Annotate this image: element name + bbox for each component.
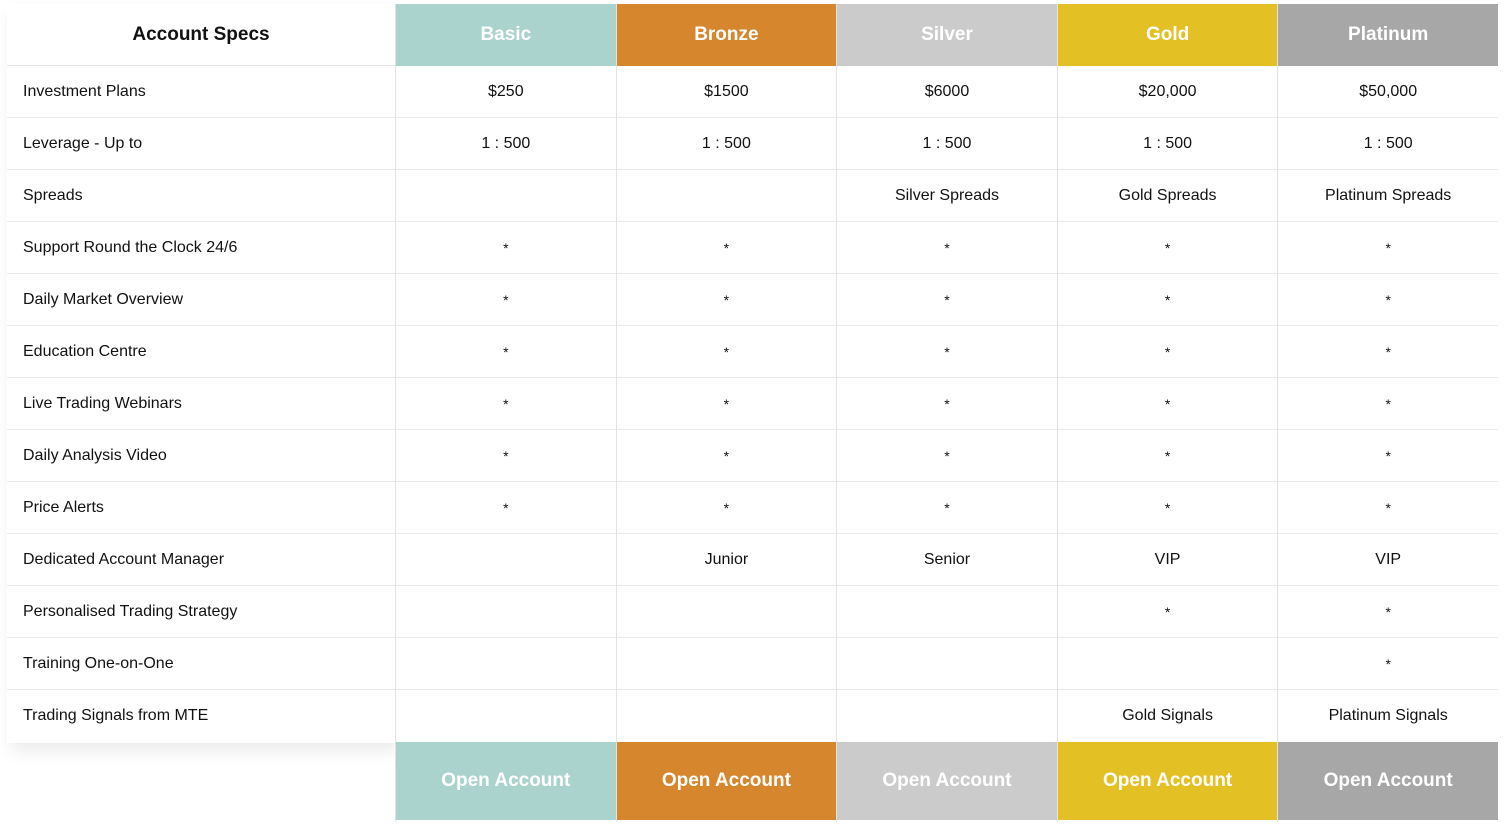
plan-cell: *: [616, 274, 837, 326]
feature-label: Investment Plans: [7, 66, 395, 118]
plan-cell: *: [1057, 274, 1278, 326]
plan-cell: *: [616, 326, 837, 378]
plan-header-platinum: Platinum: [1278, 4, 1498, 66]
plan-cell: 1 : 500: [616, 118, 837, 170]
plan-column-platinum: Platinum $50,000 1 : 500 Platinum Spreads * *…: [1277, 4, 1498, 822]
plan-cell: [396, 534, 616, 586]
plan-cell: [1057, 638, 1278, 690]
plan-cell: $6000: [837, 66, 1057, 118]
plan-cell: $20,000: [1057, 66, 1278, 118]
plan-column-gold: Gold $20,000 1 : 500 Gold Spreads * * * * * * VIP *…: [1056, 4, 1278, 822]
account-specs-panel: Account Specs Investment Plans Leverage -…: [7, 4, 395, 743]
plan-cell: *: [396, 378, 616, 430]
plan-header-bronze: Bronze: [616, 4, 837, 66]
plan-cell: [616, 586, 837, 638]
plan-cell: *: [837, 274, 1057, 326]
plan-cell: *: [1278, 482, 1498, 534]
plan-cell: Gold Spreads: [1057, 170, 1278, 222]
plan-cell: Platinum Signals: [1328, 707, 1448, 724]
feature-label: Dedicated Account Manager: [7, 534, 395, 586]
open-account-button-gold[interactable]: Open Account: [1057, 742, 1278, 820]
plan-cell: 1 : 500: [1057, 118, 1278, 170]
plan-cell: *: [396, 482, 616, 534]
plan-cell: *: [837, 222, 1057, 274]
plan-cell: 1 : 500: [396, 118, 616, 170]
plan-cell: [396, 170, 616, 222]
plan-cell: [616, 638, 837, 690]
plan-cell: [837, 638, 1057, 690]
plan-column-silver: Silver $6000 1 : 500 Silver Spreads * * * * * * Se…: [836, 4, 1057, 822]
plan-cell: *: [1278, 326, 1498, 378]
plan-header-silver: Silver: [837, 4, 1057, 66]
plan-cell: [616, 170, 837, 222]
plan-cell: *: [1278, 274, 1498, 326]
plan-cell: *: [616, 482, 837, 534]
plan-cell: [837, 586, 1057, 638]
plan-cell: *: [1278, 378, 1498, 430]
feature-label: Training One-on-One: [7, 638, 395, 690]
plan-cell: *: [616, 378, 837, 430]
plan-cell: *: [1278, 586, 1498, 638]
feature-label: Daily Analysis Video: [7, 430, 395, 482]
feature-label: Live Trading Webinars: [7, 378, 395, 430]
plans-table: Basic $250 1 : 500 * * * * * * Open Account Bronze…: [395, 4, 1498, 822]
plan-cell: *: [1057, 482, 1278, 534]
plan-cell: Gold Signals: [1122, 707, 1213, 724]
plan-cell: 1 : 500: [837, 118, 1057, 170]
plan-cell: [396, 586, 616, 638]
feature-label: Education Centre: [7, 326, 395, 378]
plan-cell: *: [837, 326, 1057, 378]
plan-cell: *: [1057, 586, 1278, 638]
plan-cell: *: [616, 430, 837, 482]
account-specs-title: Account Specs: [7, 4, 395, 66]
plan-column-basic: Basic $250 1 : 500 * * * * * * Open Account: [395, 4, 616, 822]
open-account-button-silver[interactable]: Open Account: [837, 742, 1057, 820]
feature-list: Investment Plans Leverage - Up to Spreads S…: [7, 66, 395, 742]
plan-cell: *: [837, 378, 1057, 430]
plan-cell: *: [396, 222, 616, 274]
feature-label: Price Alerts: [7, 482, 395, 534]
plan-cell: *: [837, 430, 1057, 482]
open-account-button-platinum[interactable]: Open Account: [1278, 742, 1498, 820]
plan-column-bronze: Bronze $1500 1 : 500 * * * * * * Junior Open Accou…: [615, 4, 837, 822]
open-account-button-basic[interactable]: Open Account: [396, 742, 616, 820]
plan-cell: *: [1278, 430, 1498, 482]
plan-cell: *: [1278, 638, 1498, 690]
plan-cell: Silver Spreads: [837, 170, 1057, 222]
plan-cell: *: [616, 222, 837, 274]
plan-cell: $1500: [616, 66, 837, 118]
plan-cell: [396, 690, 616, 742]
plan-cell: *: [1057, 222, 1278, 274]
plan-cell: $250: [396, 66, 616, 118]
plan-cell: [837, 690, 1057, 742]
open-account-button-bronze[interactable]: Open Account: [616, 742, 837, 820]
plan-cell: Senior: [837, 534, 1057, 586]
plan-cell: $50,000: [1278, 66, 1498, 118]
feature-label: Leverage - Up to: [7, 118, 395, 170]
plan-cell: Junior: [616, 534, 837, 586]
plan-cell: *: [396, 274, 616, 326]
plan-cell: *: [396, 430, 616, 482]
plan-cell: *: [1057, 430, 1278, 482]
plan-cell: *: [837, 482, 1057, 534]
plan-cell: VIP: [1278, 534, 1498, 586]
plan-cell: *: [396, 326, 616, 378]
plan-cell: Platinum Spreads: [1278, 170, 1498, 222]
plan-cell: *: [1057, 326, 1278, 378]
feature-label: Support Round the Clock 24/6: [7, 222, 395, 274]
plan-header-gold: Gold: [1057, 4, 1278, 66]
plan-cell: 1 : 500: [1278, 118, 1498, 170]
plan-cell: VIP: [1057, 534, 1278, 586]
feature-label: Trading Signals from MTE: [23, 707, 209, 724]
plan-header-basic: Basic: [396, 4, 616, 66]
plan-cell: [396, 638, 616, 690]
feature-label: Spreads: [7, 170, 395, 222]
feature-label: Daily Market Overview: [7, 274, 395, 326]
plan-cell: *: [1278, 222, 1498, 274]
feature-label: Personalised Trading Strategy: [7, 586, 395, 638]
plan-cell: *: [1057, 378, 1278, 430]
plan-cell: [617, 690, 837, 742]
